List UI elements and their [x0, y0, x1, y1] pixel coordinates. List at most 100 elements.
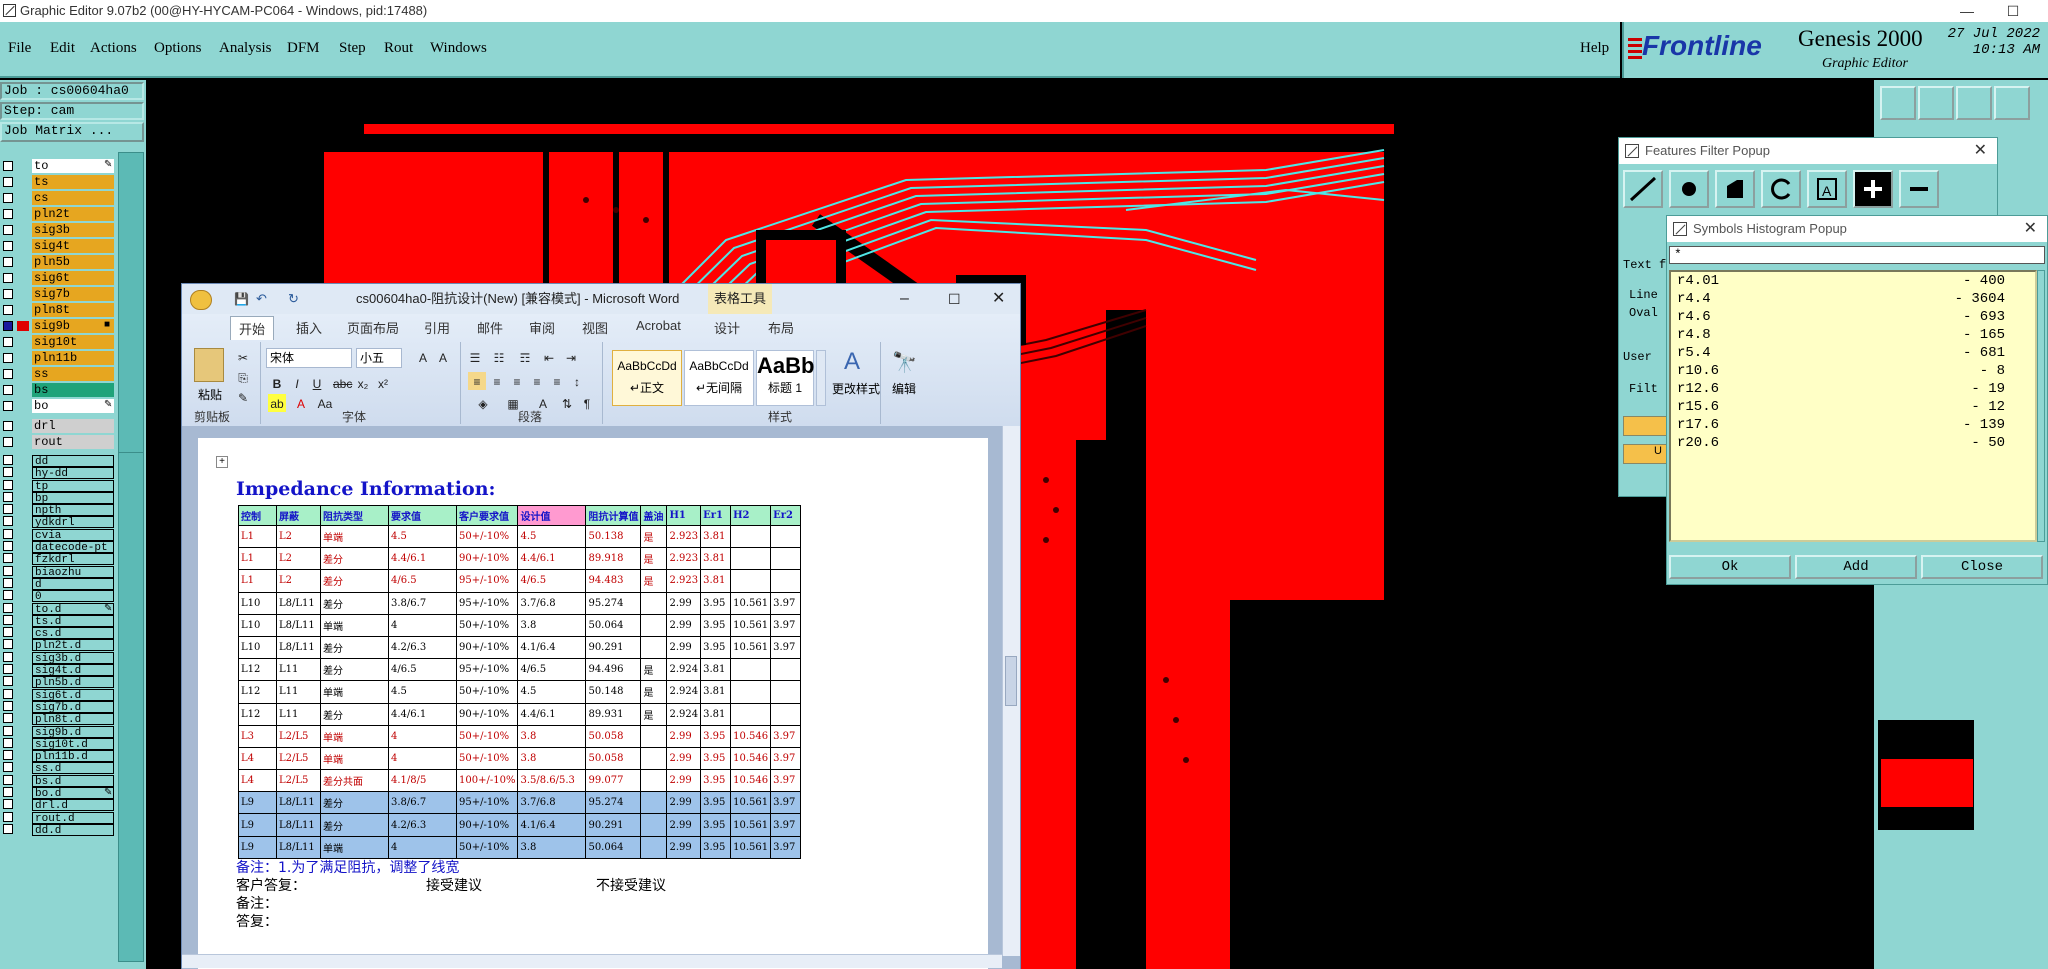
maximize-icon[interactable]: ☐	[948, 284, 961, 314]
symbol-list-scrollbar[interactable]	[2037, 270, 2045, 542]
layer-checkbox[interactable]	[3, 193, 13, 203]
layer-checkbox[interactable]	[3, 676, 13, 687]
table-cell[interactable]	[640, 724, 668, 748]
u-button[interactable]: U	[1623, 444, 1667, 464]
layer-name[interactable]: 0	[32, 590, 114, 603]
change-styles-icon[interactable]: A	[844, 348, 860, 376]
table-row[interactable]: L12 L11 差分 4/6.5 95+/-10% 4/6.5 94.496 是 2.924 3.…	[238, 658, 802, 682]
menu-step[interactable]: Step	[339, 40, 366, 57]
layer-name[interactable]: bs.d	[32, 774, 114, 787]
layer-checkbox[interactable]	[3, 455, 13, 465]
table-cell[interactable]: 4.2/6.3	[388, 635, 457, 660]
table-cell[interactable]	[640, 813, 668, 837]
table-cell[interactable]	[640, 591, 668, 615]
table-cell[interactable]: 90+/-10%	[455, 635, 519, 660]
table-row[interactable]: L3 L2/L5 单端 4 50+/-10% 3.8 50.058 2.99 3.95 10.54…	[238, 724, 802, 748]
layer-row-sig7b.d[interactable]: sig7b.d	[0, 700, 146, 713]
decrease-indent-icon[interactable]: ⇤	[540, 348, 558, 366]
layer-checkbox[interactable]	[3, 225, 13, 235]
layer-name[interactable]: sig4t.d	[32, 664, 114, 677]
layer-row-to.d[interactable]: to.d ✎	[0, 602, 146, 615]
layer-row-sig4t[interactable]: sig4t	[0, 238, 146, 254]
layer-checkbox[interactable]	[3, 161, 13, 171]
table-row[interactable]: L4 L2/L5 差分共面 4.1/8/5 100+/-10% 3.5/8.6/5.3 99…	[238, 769, 802, 793]
table-cell[interactable]: 4/6.5	[388, 569, 457, 593]
subscript-icon[interactable]: x₂	[354, 374, 372, 392]
layer-checkbox[interactable]	[3, 577, 13, 588]
table-cell[interactable]: 4.1/6.4	[517, 635, 587, 660]
tab-view[interactable]: 视图	[582, 318, 608, 337]
table-cell[interactable]: 50+/-10%	[455, 835, 519, 859]
table-cell[interactable]: L11	[276, 680, 321, 704]
table-cell[interactable]	[730, 569, 772, 593]
table-cell[interactable]: 50+/-10%	[455, 724, 519, 748]
italic-icon[interactable]: I	[288, 374, 306, 392]
layer-checkbox[interactable]	[3, 467, 13, 478]
table-cell[interactable]	[770, 547, 802, 571]
layer-row-sig10t[interactable]: sig10t	[0, 334, 146, 350]
table-cell[interactable]: 90+/-10%	[455, 547, 519, 571]
tab-layout[interactable]: 布局	[768, 318, 794, 337]
table-row[interactable]: L12 L11 单端 4.5 50+/-10% 4.5 50.148 是 2.924 3.81	[238, 680, 802, 704]
bullets-icon[interactable]: ☰	[466, 348, 484, 366]
table-cell[interactable]: 3.95	[700, 813, 732, 837]
table-cell[interactable]: 50+/-10%	[455, 524, 519, 549]
table-cell[interactable]: 3.8/6.7	[388, 591, 457, 615]
layer-name[interactable]: npth	[32, 504, 114, 517]
layer-name[interactable]: bo	[32, 399, 114, 413]
layer-checkbox[interactable]	[3, 774, 13, 785]
save-icon[interactable]: 💾	[234, 284, 249, 314]
table-cell[interactable]: 3.97	[770, 746, 802, 771]
layer-row-dd[interactable]: dd	[0, 454, 146, 467]
layer-name[interactable]: pln8t.d	[32, 713, 114, 726]
table-cell[interactable]: 3.97	[770, 791, 802, 815]
layer-checkbox[interactable]	[3, 289, 13, 299]
align-center-icon[interactable]: ≡	[488, 372, 506, 390]
table-cell[interactable]: 3.95	[700, 746, 732, 771]
table-row[interactable]: L10 L8/L11 差分 4.2/6.3 90+/-10% 4.1/6.4 90.291 2…	[238, 635, 802, 660]
close-icon[interactable]: ✕	[2024, 216, 2037, 242]
table-cell[interactable]: 4.4/6.1	[517, 702, 587, 726]
strikethrough-icon[interactable]: abc	[332, 374, 352, 392]
table-cell[interactable]: 50+/-10%	[455, 746, 519, 771]
line-icon[interactable]	[1623, 170, 1663, 208]
positive-icon[interactable]	[1853, 170, 1893, 208]
table-cell[interactable]: 是	[640, 658, 668, 682]
layer-name[interactable]: cs.d	[32, 627, 114, 640]
table-cell[interactable]	[770, 702, 802, 726]
table-cell[interactable]	[770, 569, 802, 593]
layer-name[interactable]: fzkdrl	[32, 553, 114, 566]
table-cell[interactable]	[640, 769, 668, 793]
layer-name[interactable]: drl	[32, 419, 114, 433]
layer-row-ts[interactable]: ts	[0, 174, 146, 190]
table-cell[interactable]: 90+/-10%	[455, 813, 519, 837]
table-cell[interactable]	[640, 746, 668, 771]
table-cell[interactable]: 2.99	[666, 724, 702, 748]
table-cell[interactable]: L2/L5	[276, 746, 321, 771]
layer-row-pln2t.d[interactable]: pln2t.d	[0, 638, 146, 652]
table-cell[interactable]: 50.148	[585, 680, 642, 704]
close-icon[interactable]: ✕	[992, 284, 1005, 314]
table-cell[interactable]: 50.138	[585, 524, 642, 549]
table-row[interactable]: L9 L8/L11 差分 3.8/6.7 95+/-10% 3.7/6.8 95.274 2.…	[238, 791, 802, 815]
layer-checkbox[interactable]	[3, 823, 13, 834]
table-cell[interactable]: 差分	[320, 635, 389, 660]
layer-name[interactable]: pln11b.d	[32, 750, 114, 763]
layer-checkbox[interactable]	[3, 565, 13, 576]
layer-name[interactable]: sig7b.d	[32, 700, 114, 713]
font-name-select[interactable]: 宋体	[266, 348, 352, 368]
job-matrix-button[interactable]: Job Matrix ...	[0, 122, 144, 142]
table-cell[interactable]: 10.561	[730, 835, 772, 859]
table-cell[interactable]: L1	[238, 547, 277, 571]
reject-option[interactable]: 不接受建议	[596, 875, 666, 895]
grow-font-icon[interactable]: A	[414, 348, 432, 366]
table-cell[interactable]: 2.99	[666, 769, 702, 793]
symbol-row[interactable]: r4.8 - 165	[1671, 326, 2035, 344]
close-icon[interactable]: ✕	[1974, 138, 1987, 164]
tab-acrobat[interactable]: Acrobat	[636, 318, 681, 333]
home-icon[interactable]	[1956, 86, 1992, 120]
table-cell[interactable]: 2.99	[666, 813, 702, 837]
layer-name[interactable]: dd.d	[32, 823, 114, 836]
tab-references[interactable]: 引用	[424, 318, 450, 337]
table-cell[interactable]: 4/6.5	[517, 569, 587, 593]
